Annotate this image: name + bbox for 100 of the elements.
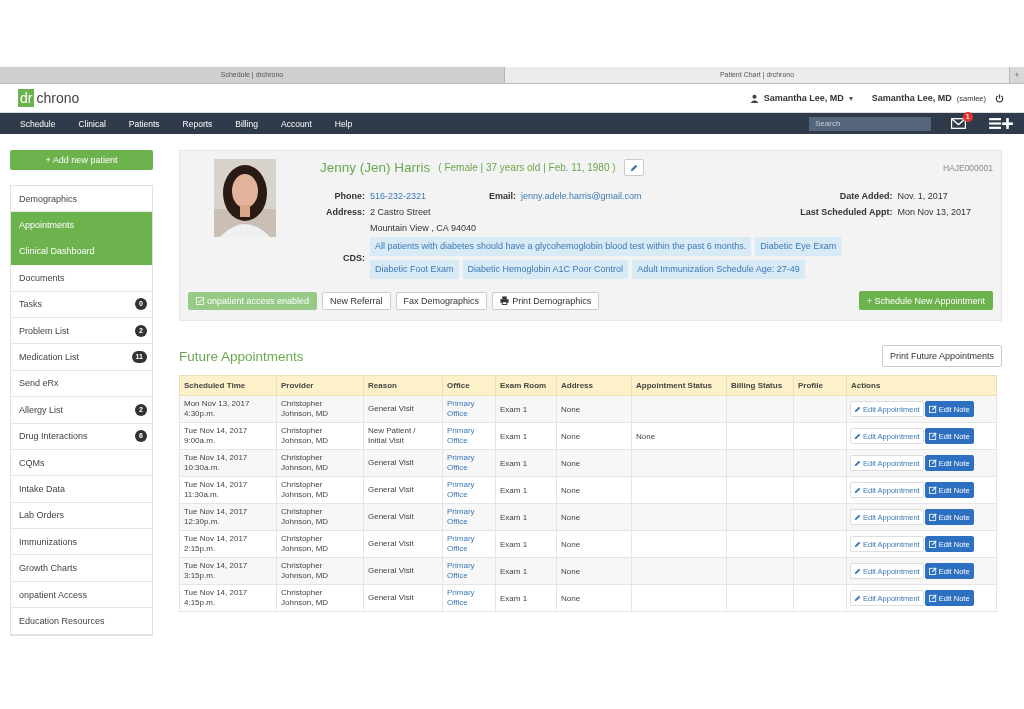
table-cell: Tue Nov 14, 2017 3:15p.m. (179, 557, 277, 585)
sidebar-label: CQMs (19, 457, 45, 468)
sidebar-label: Education Resources (19, 615, 105, 626)
menu-plus-icon[interactable] (988, 117, 1014, 130)
power-icon[interactable] (995, 93, 1004, 103)
caret-icon[interactable]: ▾ (848, 93, 853, 103)
column-header: Actions (846, 375, 997, 396)
edit-icon (928, 459, 937, 467)
office-link[interactable]: Primary Office (442, 530, 496, 558)
email-link[interactable]: jenny.adele.harris@gmail.com (521, 188, 642, 204)
table-cell: Christopher Johnson, MD (276, 449, 364, 477)
office-link[interactable]: Primary Office (442, 584, 496, 612)
office-link[interactable]: Primary Office (442, 422, 496, 450)
user-menu[interactable]: Samantha Lee, MD (763, 93, 844, 103)
pencil-icon (854, 513, 861, 521)
nav-item[interactable]: Billing (235, 118, 259, 129)
table-cell: None (556, 530, 632, 558)
edit-icon (928, 405, 937, 413)
field-label: Email: (489, 190, 517, 203)
add-patient-button[interactable]: + Add new patient (10, 150, 153, 170)
pencil-icon (854, 405, 861, 413)
pencil-icon (854, 459, 861, 467)
table-cell: Tue Nov 14, 2017 11:30a.m. (179, 476, 277, 504)
sidebar-item[interactable]: Growth Charts (11, 555, 152, 582)
patient-id: HAJE000001 (942, 162, 993, 173)
action-button[interactable]: Fax Demographics (395, 291, 488, 310)
action-button[interactable]: New Referral (322, 291, 391, 310)
sidebar-item[interactable]: Education Resources (11, 608, 152, 635)
edit-icon (928, 540, 937, 548)
sidebar-item[interactable]: Send eRx (11, 370, 152, 398)
sidebar-item[interactable]: Lab Orders (11, 502, 152, 530)
cds-tag[interactable]: Adult Immunization Schedule Age: 27-49 (632, 260, 805, 279)
pencil-icon (854, 594, 861, 602)
table-cell: New Patient / Initial Visit (363, 422, 443, 450)
table-cell: Christopher Johnson, MD (276, 530, 364, 558)
table-cell: None (631, 422, 727, 450)
table-cell: Exam 1 (495, 422, 557, 450)
office-link[interactable]: Primary Office (442, 476, 496, 504)
table-cell: Tue Nov 14, 2017 9:00a.m. (179, 422, 277, 450)
logo-text[interactable]: chrono (36, 90, 80, 106)
table-cell: Tue Nov 14, 2017 10:30a.m. (179, 449, 277, 477)
table-cell: Christopher Johnson, MD (276, 503, 364, 531)
print-button[interactable]: Print Demographics (492, 291, 600, 310)
sidebar-item[interactable]: Documents (11, 265, 152, 292)
sidebar-item[interactable]: Immunizations (11, 529, 152, 556)
sidebar-label: Demographics (19, 193, 78, 204)
table-cell: None (556, 422, 632, 450)
sidebar-item[interactable]: Intake Data (11, 476, 152, 503)
search-field[interactable]: Search (809, 116, 931, 131)
table-cell: General Visit (363, 584, 443, 612)
table-cell: Exam 1 (495, 584, 557, 612)
table-cell: Christopher Johnson, MD (276, 476, 364, 504)
field-label: Phone: (333, 190, 365, 203)
edit-button[interactable] (623, 159, 644, 176)
table-cell: General Visit (363, 449, 443, 477)
field-label: CDS: (342, 253, 365, 263)
edit-icon (928, 432, 937, 440)
column-header: Provider (276, 375, 364, 396)
logo-mark[interactable]: dr (18, 89, 35, 107)
sidebar-item[interactable]: Appointments (11, 212, 152, 239)
sidebar-item[interactable]: CQMs (11, 449, 152, 477)
new-tab-button[interactable]: + (1010, 67, 1024, 83)
table-cell: None (556, 395, 632, 423)
column-header: Exam Room (495, 375, 557, 396)
print-button[interactable]: Print Future Appointments (881, 345, 1002, 367)
nav-item[interactable]: Clinical (78, 118, 106, 129)
table-cell: None (556, 557, 632, 585)
table-cell: None (556, 503, 632, 531)
cds-tag[interactable]: Diabetic Foot Exam (370, 260, 459, 279)
address-line: Mountain View , CA 94040 (370, 222, 476, 235)
nav-item[interactable]: Reports (182, 118, 213, 129)
schedule-appointment-button[interactable]: + Schedule New Appointment (858, 291, 993, 310)
pencil-icon (854, 432, 861, 440)
nav-item[interactable]: Account (281, 118, 312, 129)
sidebar-label: Tasks (19, 299, 42, 310)
edit-icon (928, 594, 937, 602)
cds-tag[interactable]: Diabetic Eye Exam (755, 237, 842, 256)
sidebar-label: Medication List (19, 352, 80, 363)
nav-item[interactable]: Patients (128, 118, 160, 129)
cds-tag[interactable]: Diabetic Hemoglobin A1C Poor Control (462, 260, 629, 279)
sidebar-label: Intake Data (19, 484, 66, 494)
table-cell: Christopher Johnson, MD (276, 557, 364, 585)
field-label: Address: (325, 206, 365, 219)
nav-item[interactable]: Help (334, 118, 353, 129)
patient-name: Jenny (Jen) Harris (320, 160, 431, 175)
address-line: 2 Castro Street (370, 206, 432, 219)
phone-link[interactable]: 516-232-2321 (370, 188, 427, 204)
nav-item[interactable]: Schedule (20, 118, 56, 129)
sidebar-item[interactable]: Clinical Dashboard (11, 238, 152, 266)
mail-icon[interactable] (951, 118, 966, 129)
table-cell: Tue Nov 14, 2017 4:15p.m. (179, 584, 277, 612)
table-cell: General Visit (363, 503, 443, 531)
cds-tag[interactable]: All patients with diabetes should have a glycohemoglobin blood test within the past 6 months. (370, 237, 752, 256)
sidebar-label: Allergy List (19, 404, 63, 415)
column-header: Address (556, 375, 632, 396)
table-cell: General Visit (363, 530, 443, 558)
table-cell: Exam 1 (495, 530, 557, 558)
sidebar-item[interactable]: onpatient Access (11, 581, 152, 609)
column-header: Office (442, 375, 496, 396)
column-header: Reason (363, 375, 443, 396)
